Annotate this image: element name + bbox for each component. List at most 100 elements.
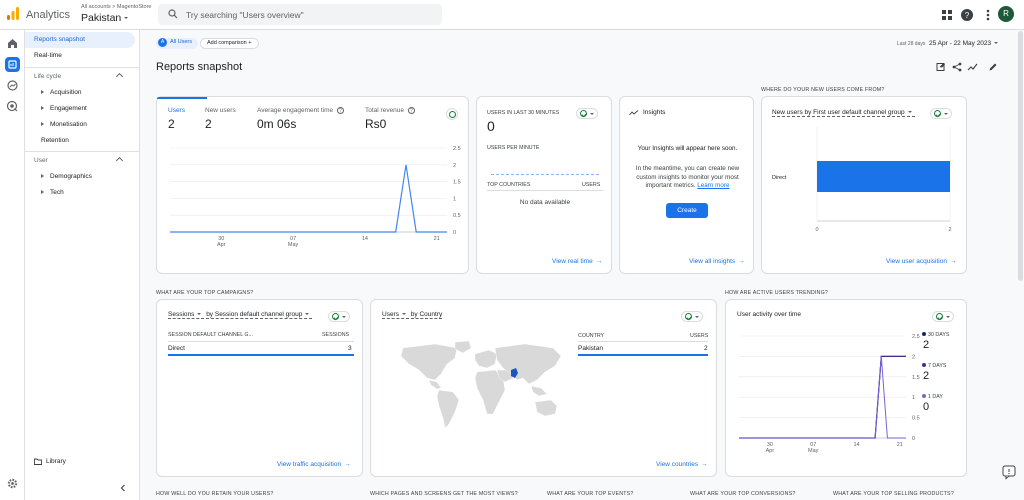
country-users-column-header: USERS	[690, 333, 709, 339]
channel-dimension-selector[interactable]: by Session default channel group	[206, 311, 313, 319]
customize-report-icon[interactable]	[936, 62, 946, 72]
page-scrollbar-thumb[interactable]	[1018, 31, 1023, 281]
active-users-trend-chart: 2.521.510.5030Apr07May14 21	[739, 334, 920, 454]
view-all-insights-label: View all insights	[689, 258, 736, 265]
account-breadcrumb[interactable]: All accounts > MagentoStore	[81, 4, 151, 10]
sessions-metric-selector[interactable]: Sessions	[168, 311, 205, 319]
search-input[interactable]	[186, 7, 426, 22]
y-tick-label: 2.5	[912, 334, 920, 340]
nav-realtime[interactable]: Real-time	[25, 48, 135, 64]
map-australia	[534, 399, 558, 417]
apps-grid-icon[interactable]	[940, 8, 954, 22]
nav-reports-snapshot[interactable]: Reports snapshot	[25, 32, 135, 48]
property-selector[interactable]: Pakistan	[81, 12, 131, 24]
search-bar[interactable]	[158, 4, 442, 25]
nav-lifecycle-heading[interactable]: Life cycle	[25, 69, 135, 85]
expand-arrow-icon	[41, 90, 44, 95]
nav-demographics-label: Demographics	[50, 173, 92, 180]
retention-section-heading: HOW WELL DO YOU RETAIN YOUR USERS?	[156, 491, 274, 497]
country-data-quality-button[interactable]	[681, 311, 703, 322]
create-insight-button[interactable]: Create	[666, 203, 708, 218]
nav-tech-label: Tech	[50, 189, 64, 196]
check-circle-icon	[685, 313, 692, 320]
feedback-chat-icon[interactable]	[1002, 465, 1016, 480]
nav-retention[interactable]: Retention	[25, 133, 135, 149]
nav-user-label: User	[34, 157, 48, 164]
campaigns-data-quality-button[interactable]	[328, 311, 350, 322]
users-metric-selector[interactable]: Users	[382, 311, 409, 319]
share-icon[interactable]	[952, 62, 962, 72]
add-comparison-button[interactable]: Add comparison +	[200, 38, 259, 49]
edit-pencil-icon[interactable]	[988, 62, 998, 72]
segment-chip-all-users[interactable]: A All Users	[156, 38, 199, 49]
pages-section-heading: WHICH PAGES AND SCREENS GET THE MOST VIE…	[370, 491, 518, 497]
trend-card: User activity over time 2.5 2 1.5 1 0.5 0 30 Ap…	[725, 299, 967, 477]
nav-lifecycle-label: Life cycle	[34, 73, 62, 80]
collapse-chevron-left-icon[interactable]	[119, 484, 127, 492]
campaigns-selector[interactable]: Sessions by Session default channel grou…	[168, 311, 313, 319]
date-range-label: 25 Apr - 22 May 2023	[929, 40, 992, 47]
view-realtime-link[interactable]: View real time →	[552, 258, 602, 265]
expand-arrow-icon	[41, 106, 44, 111]
dropdown-arrow-icon	[994, 42, 999, 45]
nav-divider	[25, 67, 140, 68]
nav-engagement-label: Engagement	[50, 105, 87, 112]
table-row-pakistan-name: Pakistan	[578, 345, 603, 352]
account-avatar[interactable]: R	[998, 6, 1014, 22]
home-icon[interactable]	[5, 36, 20, 51]
legend-1-day-label: 1 DAY	[928, 394, 943, 400]
check-circle-icon	[580, 110, 587, 117]
top-bar: Analytics All accounts > MagentoStore Pa…	[0, 0, 1024, 30]
admin-gear-icon[interactable]	[5, 476, 20, 491]
category-label: Direct	[772, 175, 787, 181]
nav-acquisition[interactable]: Acquisition	[25, 85, 135, 101]
view-traffic-acquisition-link[interactable]: View traffic acquisition →	[277, 461, 351, 468]
nav-library[interactable]: Library	[25, 454, 135, 470]
y-tick-label: 1	[912, 395, 915, 401]
analytics-logo-icon[interactable]	[6, 7, 20, 21]
y-tick-label: 1.5	[912, 375, 920, 381]
add-icon: +	[248, 40, 252, 46]
legend-7-days-value: 2	[923, 370, 930, 382]
insights-trend-icon[interactable]	[967, 62, 979, 72]
dropdown-arrow-icon	[124, 17, 129, 20]
campaigns-section-heading: WHAT ARE YOUR TOP CAMPAIGNS?	[156, 290, 254, 296]
x-tick-label: 14	[853, 442, 859, 448]
nav-user-heading[interactable]: User	[25, 153, 135, 169]
explore-icon[interactable]	[5, 78, 20, 93]
help-icon[interactable]: ?	[960, 8, 974, 22]
country-dimension-selector[interactable]: by Country	[410, 311, 443, 319]
insights-card: Insights Your Insights will appear here …	[619, 96, 754, 274]
more-vert-icon[interactable]	[981, 8, 995, 22]
segment-badge: A	[158, 38, 167, 47]
y-tick-label: 0.5	[453, 213, 461, 219]
realtime-data-quality-button[interactable]	[576, 108, 598, 119]
x-tick-label: 0	[815, 227, 818, 233]
view-user-acquisition-link[interactable]: View user acquisition →	[886, 258, 956, 265]
country-selector[interactable]: Users by Country	[382, 311, 443, 319]
y-tick-label: 1	[453, 196, 456, 202]
nav-demographics[interactable]: Demographics	[25, 169, 135, 185]
reports-icon[interactable]	[5, 57, 20, 72]
add-comparison-label: Add comparison	[207, 40, 247, 46]
nav-monetisation[interactable]: Monetisation	[25, 117, 135, 133]
country-column-header: COUNTRY	[578, 333, 605, 339]
country-card: Users by Country COUNTRY USERS Pakistan …	[370, 299, 717, 477]
nav-engagement[interactable]: Engagement	[25, 101, 135, 117]
nav-tech[interactable]: Tech	[25, 185, 135, 201]
dropdown-arrow-icon	[305, 313, 310, 316]
users-per-minute-label: USERS PER MINUTE	[487, 145, 540, 151]
learn-more-link[interactable]: Learn more	[697, 182, 729, 189]
advertising-icon[interactable]	[5, 99, 20, 114]
chevron-up-icon	[115, 156, 124, 165]
reports-nav: Reports snapshot Real-time Life cycle Ac…	[25, 30, 140, 500]
x-tick-label: 21	[434, 236, 440, 242]
date-range-selector[interactable]: 25 Apr - 22 May 2023	[929, 40, 1001, 47]
view-countries-link[interactable]: View countries →	[656, 461, 708, 468]
table-divider	[168, 341, 354, 342]
dropdown-arrow-icon	[342, 316, 346, 318]
view-all-insights-link[interactable]: View all insights →	[689, 258, 745, 265]
campaigns-card: Sessions by Session default channel grou…	[156, 299, 363, 477]
legend-item-7-days: 7 DAYS	[922, 363, 946, 369]
view-realtime-label: View real time	[552, 258, 593, 265]
